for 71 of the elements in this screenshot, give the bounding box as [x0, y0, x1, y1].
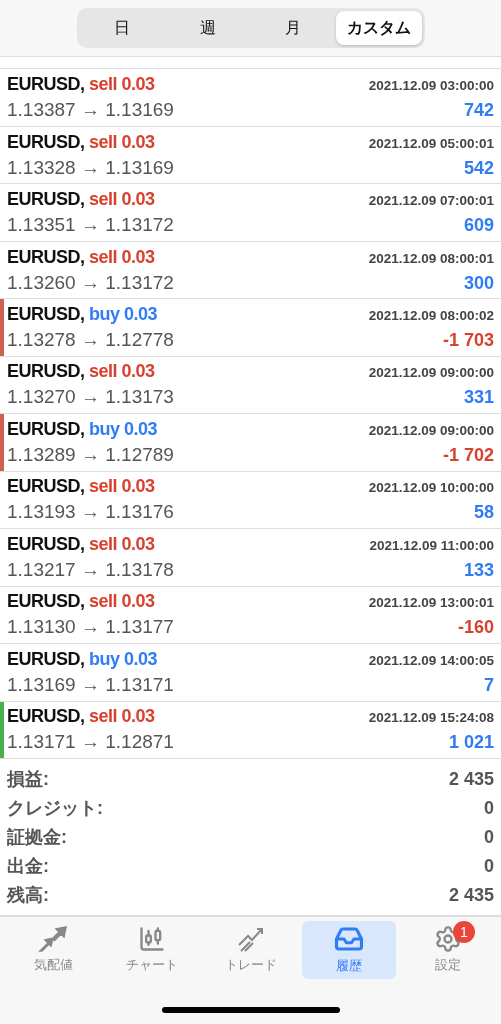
- nav-tab[interactable]: チャート: [104, 921, 199, 979]
- deal-prices: 1.13289 → 1.12789: [7, 443, 174, 466]
- deal-profit: 58: [473, 502, 494, 524]
- deal-time: 2021.12.09 09:00:00: [368, 365, 494, 381]
- deal-profit: 742: [463, 100, 494, 122]
- deal-title: EURUSD, buy 0.03: [7, 303, 158, 325]
- deal-profit: 133: [463, 559, 494, 581]
- deal-time: 2021.12.09 08:00:02: [368, 307, 494, 323]
- deal-profit: 300: [463, 272, 494, 294]
- summary-value: 2 435: [448, 769, 494, 790]
- summary-label: 証拠金:: [7, 826, 67, 850]
- deal-prices: 1.13171 → 1.12871: [7, 731, 174, 754]
- summary-value: 0: [484, 798, 494, 819]
- deal-time: 2021.12.09 07:00:01: [368, 193, 494, 209]
- deal-time: 2021.12.09 10:00:00: [368, 480, 494, 496]
- summary-label: 出金:: [7, 855, 49, 879]
- deal-time: 2021.12.09 14:00:05: [368, 652, 494, 668]
- deal-profit: 7: [484, 674, 494, 696]
- deal-title: EURUSD, sell 0.03: [7, 246, 155, 268]
- deal-prices: 1.13270 → 1.13173: [7, 386, 174, 409]
- period-tab[interactable]: カスタム: [336, 11, 422, 46]
- notification-badge: 1: [453, 921, 475, 943]
- deal-prices: 1.13351 → 1.13172: [7, 214, 174, 237]
- summary-value: 0: [484, 856, 494, 877]
- deal-profit: 1 021: [448, 732, 494, 754]
- deal-profit: 331: [463, 387, 494, 409]
- deal-prices: 1.13328 → 1.13169: [7, 156, 174, 179]
- deal-title: EURUSD, sell 0.03: [7, 476, 155, 498]
- deal-prices: 1.13278 → 1.12778: [7, 328, 174, 351]
- deal-profit: 609: [463, 215, 494, 237]
- summary-value: 2 435: [448, 885, 494, 906]
- deal-prices: 1.13387 → 1.13169: [7, 99, 174, 122]
- deal-title: EURUSD, buy 0.03: [7, 648, 158, 670]
- deal-prices: 1.13217 → 1.13178: [7, 558, 174, 581]
- deal-time: 2021.12.09 08:00:01: [368, 250, 494, 266]
- settings-icon: [434, 925, 462, 954]
- deal-title: EURUSD, buy 0.03: [7, 418, 158, 440]
- deal-profit: -1 703: [442, 329, 494, 351]
- deal-prices: 1.13169 → 1.13171: [7, 673, 174, 696]
- nav-tab[interactable]: 設定 1: [401, 921, 495, 979]
- deal-time: 2021.12.09 11:00:00: [369, 537, 494, 553]
- deal-title: EURUSD, sell 0.03: [7, 74, 155, 96]
- deal-prices: 1.13260 → 1.13172: [7, 271, 174, 294]
- period-tab[interactable]: 週: [165, 11, 251, 46]
- summary-value: 0: [484, 827, 494, 848]
- deal-title: EURUSD, sell 0.03: [7, 131, 155, 153]
- deal-time: 2021.12.09 13:00:01: [368, 595, 494, 611]
- deal-time: 2021.12.09 03:00:00: [368, 78, 494, 94]
- deal-prices: 1.13130 → 1.13177: [7, 616, 174, 639]
- deal-time: 2021.12.09 09:00:00: [368, 422, 494, 438]
- deal-profit: -160: [457, 617, 494, 639]
- summary-label: 残高:: [7, 884, 49, 908]
- candlestick-icon: [137, 925, 166, 954]
- deal-time: 2021.12.09 05:00:01: [368, 135, 494, 151]
- nav-tab[interactable]: 履歴: [302, 921, 397, 979]
- deal-prices: 1.13193 → 1.13176: [7, 501, 174, 524]
- nav-tab[interactable]: 気配値: [6, 921, 100, 979]
- deal-profit: 542: [463, 157, 494, 179]
- deal-title: EURUSD, sell 0.03: [7, 361, 155, 383]
- deal-title: EURUSD, sell 0.03: [7, 706, 155, 728]
- deal-title: EURUSD, sell 0.03: [7, 189, 155, 211]
- deal-time: 2021.12.09 15:24:08: [368, 710, 494, 726]
- summary-label: クレジット:: [7, 797, 103, 821]
- period-tab[interactable]: 日: [79, 11, 165, 46]
- deal-profit: -1 702: [442, 444, 494, 466]
- nav-tab[interactable]: トレード: [203, 921, 298, 979]
- deal-title: EURUSD, sell 0.03: [7, 533, 155, 555]
- deal-title: EURUSD, sell 0.03: [7, 591, 155, 613]
- double-arrow-icon: [38, 925, 68, 954]
- summary-label: 損益:: [7, 768, 49, 792]
- period-tab[interactable]: 月: [250, 11, 336, 46]
